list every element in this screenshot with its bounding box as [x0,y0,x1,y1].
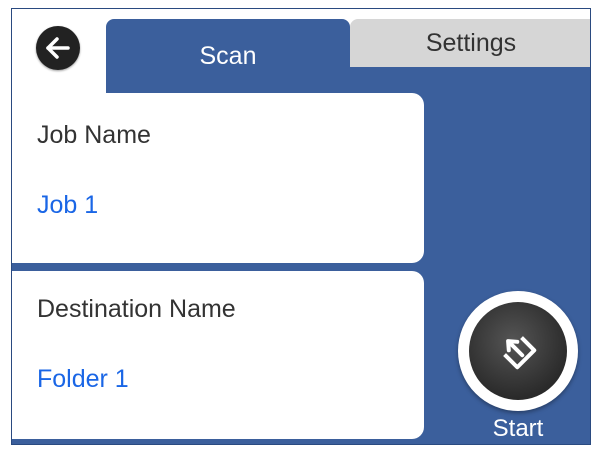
back-button[interactable] [36,26,80,70]
start-button-core [469,302,567,400]
panel-background-strip [350,67,590,93]
tab-scan[interactable]: Scan [106,19,350,93]
start-button-ring [458,291,578,411]
destination-name-label: Destination Name [37,295,236,323]
arrow-left-icon [46,37,70,59]
tab-settings[interactable]: Settings [350,19,590,67]
tab-scan-label: Scan [199,41,257,70]
destination-name-value: Folder 1 [37,365,129,393]
start-button-label: Start [492,415,544,442]
tab-settings-label: Settings [425,28,517,57]
start-button[interactable]: Start [458,291,578,442]
job-name-value: Job 1 [37,191,99,219]
destination-name-field[interactable]: Destination Name Folder 1 [12,271,424,439]
scan-screen: Scan Settings Job Name Job 1 Destination… [11,8,591,445]
job-name-label: Job Name [37,121,151,149]
scan-start-icon [503,336,537,370]
job-name-field[interactable]: Job Name Job 1 [12,93,424,263]
